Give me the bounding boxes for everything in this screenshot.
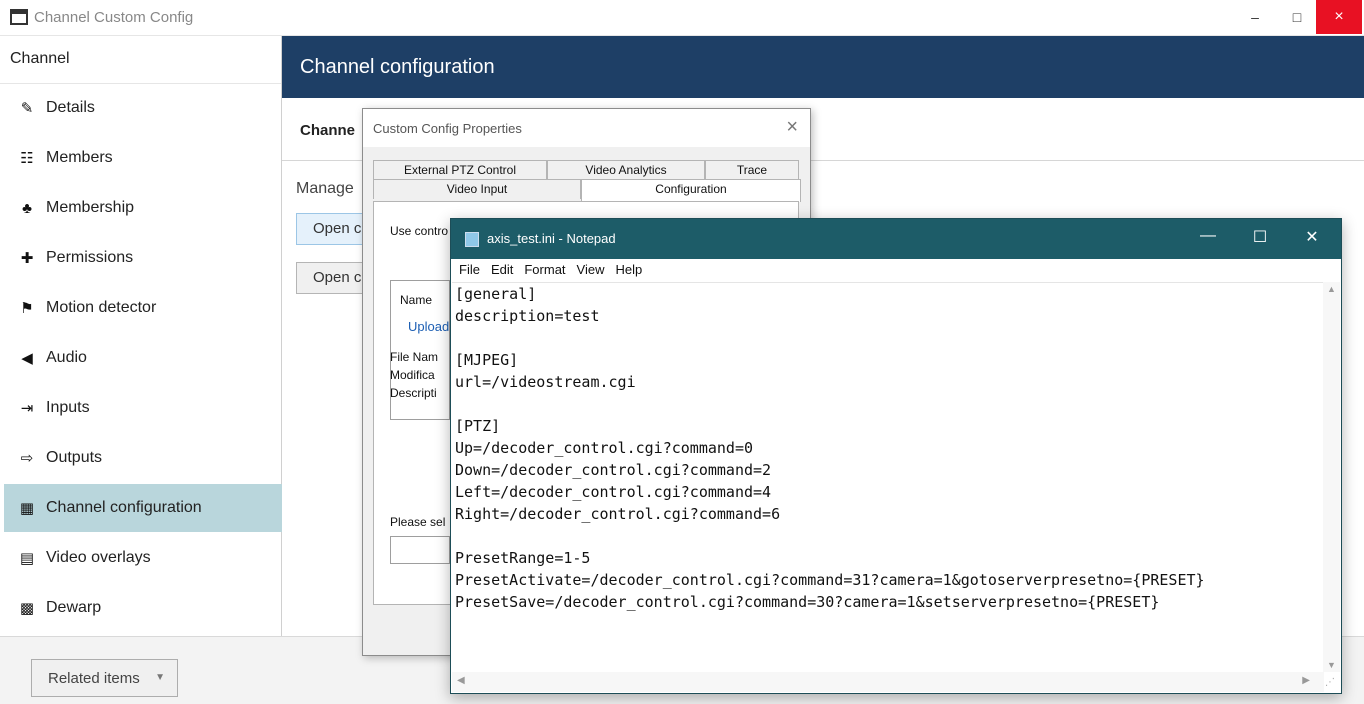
notepad-minimize-button[interactable]: —	[1185, 227, 1231, 245]
sidebar-item-label: Outputs	[46, 449, 103, 466]
menu-file[interactable]: File	[459, 259, 480, 281]
use-controls-label: Use contro	[390, 224, 449, 238]
sidebar-item-audio[interactable]: ◀ Audio	[4, 334, 282, 382]
text-line: Right=/decoder_control.cgi?command=6	[455, 505, 781, 523]
dialog-title: Custom Config Properties	[373, 121, 522, 136]
close-button[interactable]: ×	[1316, 0, 1362, 34]
tab-row-front: Video Input Configuration	[373, 179, 801, 202]
vertical-scrollbar[interactable]: ▲ ▼	[1323, 282, 1340, 672]
tab-configuration[interactable]: Configuration	[581, 179, 801, 202]
name-label: Name	[400, 293, 433, 307]
text-line: Up=/decoder_control.cgi?command=0	[455, 439, 754, 457]
sidebar-item-label: Audio	[46, 349, 87, 366]
tab-video-input[interactable]: Video Input	[373, 179, 581, 199]
caret-down-icon: ▼	[155, 672, 165, 683]
membership-icon: ♣	[22, 199, 32, 217]
page-title: Channel configuration	[282, 36, 1364, 98]
horizontal-scrollbar[interactable]: ◀ ▶	[452, 672, 1324, 692]
app-root: Channel Custom Config – □ × Channel ✎ Det…	[0, 0, 1364, 704]
notepad-titlebar: axis_test.ini - Notepad — ☐ ✕	[451, 219, 1341, 259]
text-line: PresetActivate=/decoder_control.cgi?comm…	[455, 571, 1205, 589]
window-title: Channel Custom Config	[34, 9, 194, 26]
sidebar-item-permissions[interactable]: ✚ Permissions	[4, 234, 282, 282]
sidebar-item-dewarp[interactable]: ▩ Dewarp	[4, 584, 282, 632]
maximize-button[interactable]: □	[1274, 0, 1320, 34]
sidebar-item-label: Members	[46, 149, 113, 166]
text-line: [PTZ]	[455, 417, 501, 435]
scroll-left-icon[interactable]: ◀	[457, 675, 465, 686]
resize-grip-icon[interactable]: ⋰	[1325, 677, 1339, 691]
related-items-button[interactable]: Related items ▼	[31, 659, 178, 697]
related-items-label: Related items	[48, 670, 140, 687]
text-line: Left=/decoder_control.cgi?command=4	[455, 483, 772, 501]
pencil-icon: ✎	[20, 100, 34, 117]
permissions-icon: ✚	[20, 250, 34, 267]
notepad-title: axis_test.ini - Notepad	[487, 231, 616, 246]
window-titlebar: Channel Custom Config – □ ×	[0, 0, 1364, 36]
sidebar-header: Channel	[0, 36, 281, 84]
sidebar-item-label: Membership	[46, 199, 135, 216]
sidebar-item-details[interactable]: ✎ Details	[4, 84, 282, 132]
sidebar-item-membership[interactable]: ♣ Membership	[4, 184, 282, 232]
notepad-close-button[interactable]: ✕	[1289, 227, 1335, 247]
sidebar-item-label: Details	[46, 99, 95, 116]
members-icon: ☷	[20, 150, 34, 167]
upload-link[interactable]: Upload	[408, 319, 449, 334]
dialog-close-button[interactable]: ×	[786, 116, 798, 139]
scroll-right-icon[interactable]: ▶	[1302, 675, 1310, 686]
menu-format[interactable]: Format	[524, 259, 565, 281]
scroll-down-icon[interactable]: ▼	[1327, 660, 1336, 670]
text-line: url=/videostream.cgi	[455, 373, 636, 391]
sidebar-item-label: Permissions	[46, 249, 134, 266]
sidebar-item-motion-detector[interactable]: ⚑ Motion detector	[4, 284, 282, 332]
description-label: Descripti	[390, 386, 437, 400]
text-line: PresetRange=1-5	[455, 549, 591, 567]
motion-icon: ⚑	[20, 300, 34, 317]
tab-row-back: External PTZ Control Video Analytics Tra…	[373, 160, 799, 180]
sidebar-item-channel-configuration[interactable]: ▦ Channel configuration	[4, 484, 282, 532]
input-arrow-icon: ⇥	[20, 400, 34, 417]
tab-trace[interactable]: Trace	[705, 160, 799, 180]
sidebar-item-inputs[interactable]: ⇥ Inputs	[4, 384, 282, 432]
dewarp-icon: ▩	[19, 600, 35, 617]
text-line: [general]	[455, 285, 537, 303]
notepad-text-area[interactable]: [general] description=test [MJPEG] url=/vid…	[452, 282, 1324, 672]
section-title: Channe	[300, 122, 356, 139]
window-app-icon	[10, 9, 28, 25]
sidebar: Channel ✎ Details ☷ Members ♣ Membership ✚ Perm…	[0, 36, 282, 636]
sidebar-item-video-overlays[interactable]: ▤ Video overlays	[4, 534, 282, 582]
sidebar-item-outputs[interactable]: ⇨ Outputs	[4, 434, 282, 482]
sidebar-item-label: Channel configuration	[46, 499, 202, 516]
minimize-button[interactable]: –	[1232, 0, 1278, 34]
menu-view[interactable]: View	[577, 259, 605, 281]
please-select-label: Please sel	[390, 515, 446, 529]
text-line: Down=/decoder_control.cgi?command=2	[455, 461, 772, 479]
modified-label: Modifica	[390, 368, 435, 382]
notepad-maximize-button[interactable]: ☐	[1237, 227, 1283, 247]
tab-video-analytics[interactable]: Video Analytics	[547, 160, 705, 180]
speaker-icon: ◀	[21, 350, 33, 367]
notepad-window: axis_test.ini - Notepad — ☐ ✕ File Edit …	[450, 218, 1342, 694]
file-name-label: File Nam	[390, 350, 439, 364]
manage-label: Manage	[296, 180, 354, 197]
sidebar-item-label: Inputs	[46, 399, 90, 416]
output-arrow-icon: ⇨	[20, 450, 34, 467]
notepad-menubar: File Edit Format View Help	[451, 259, 1341, 281]
sidebar-item-label: Dewarp	[46, 599, 102, 616]
text-line: [MJPEG]	[455, 351, 519, 369]
tab-external-ptz[interactable]: External PTZ Control	[373, 160, 547, 180]
dialog-titlebar: Custom Config Properties ×	[363, 109, 810, 147]
sidebar-item-label: Motion detector	[46, 299, 157, 316]
video-overlay-icon: ▤	[19, 550, 35, 567]
menu-edit[interactable]: Edit	[491, 259, 513, 281]
sidebar-item-members[interactable]: ☷ Members	[4, 134, 282, 182]
text-line: PresetSave=/decoder_control.cgi?command=…	[455, 593, 1160, 611]
text-line: description=test	[455, 307, 600, 325]
select-field[interactable]	[390, 536, 450, 564]
scroll-up-icon[interactable]: ▲	[1327, 284, 1336, 294]
menu-help[interactable]: Help	[615, 259, 642, 281]
notepad-icon	[465, 232, 479, 247]
channel-config-icon: ▦	[19, 500, 35, 517]
sidebar-item-label: Video overlays	[46, 549, 151, 566]
